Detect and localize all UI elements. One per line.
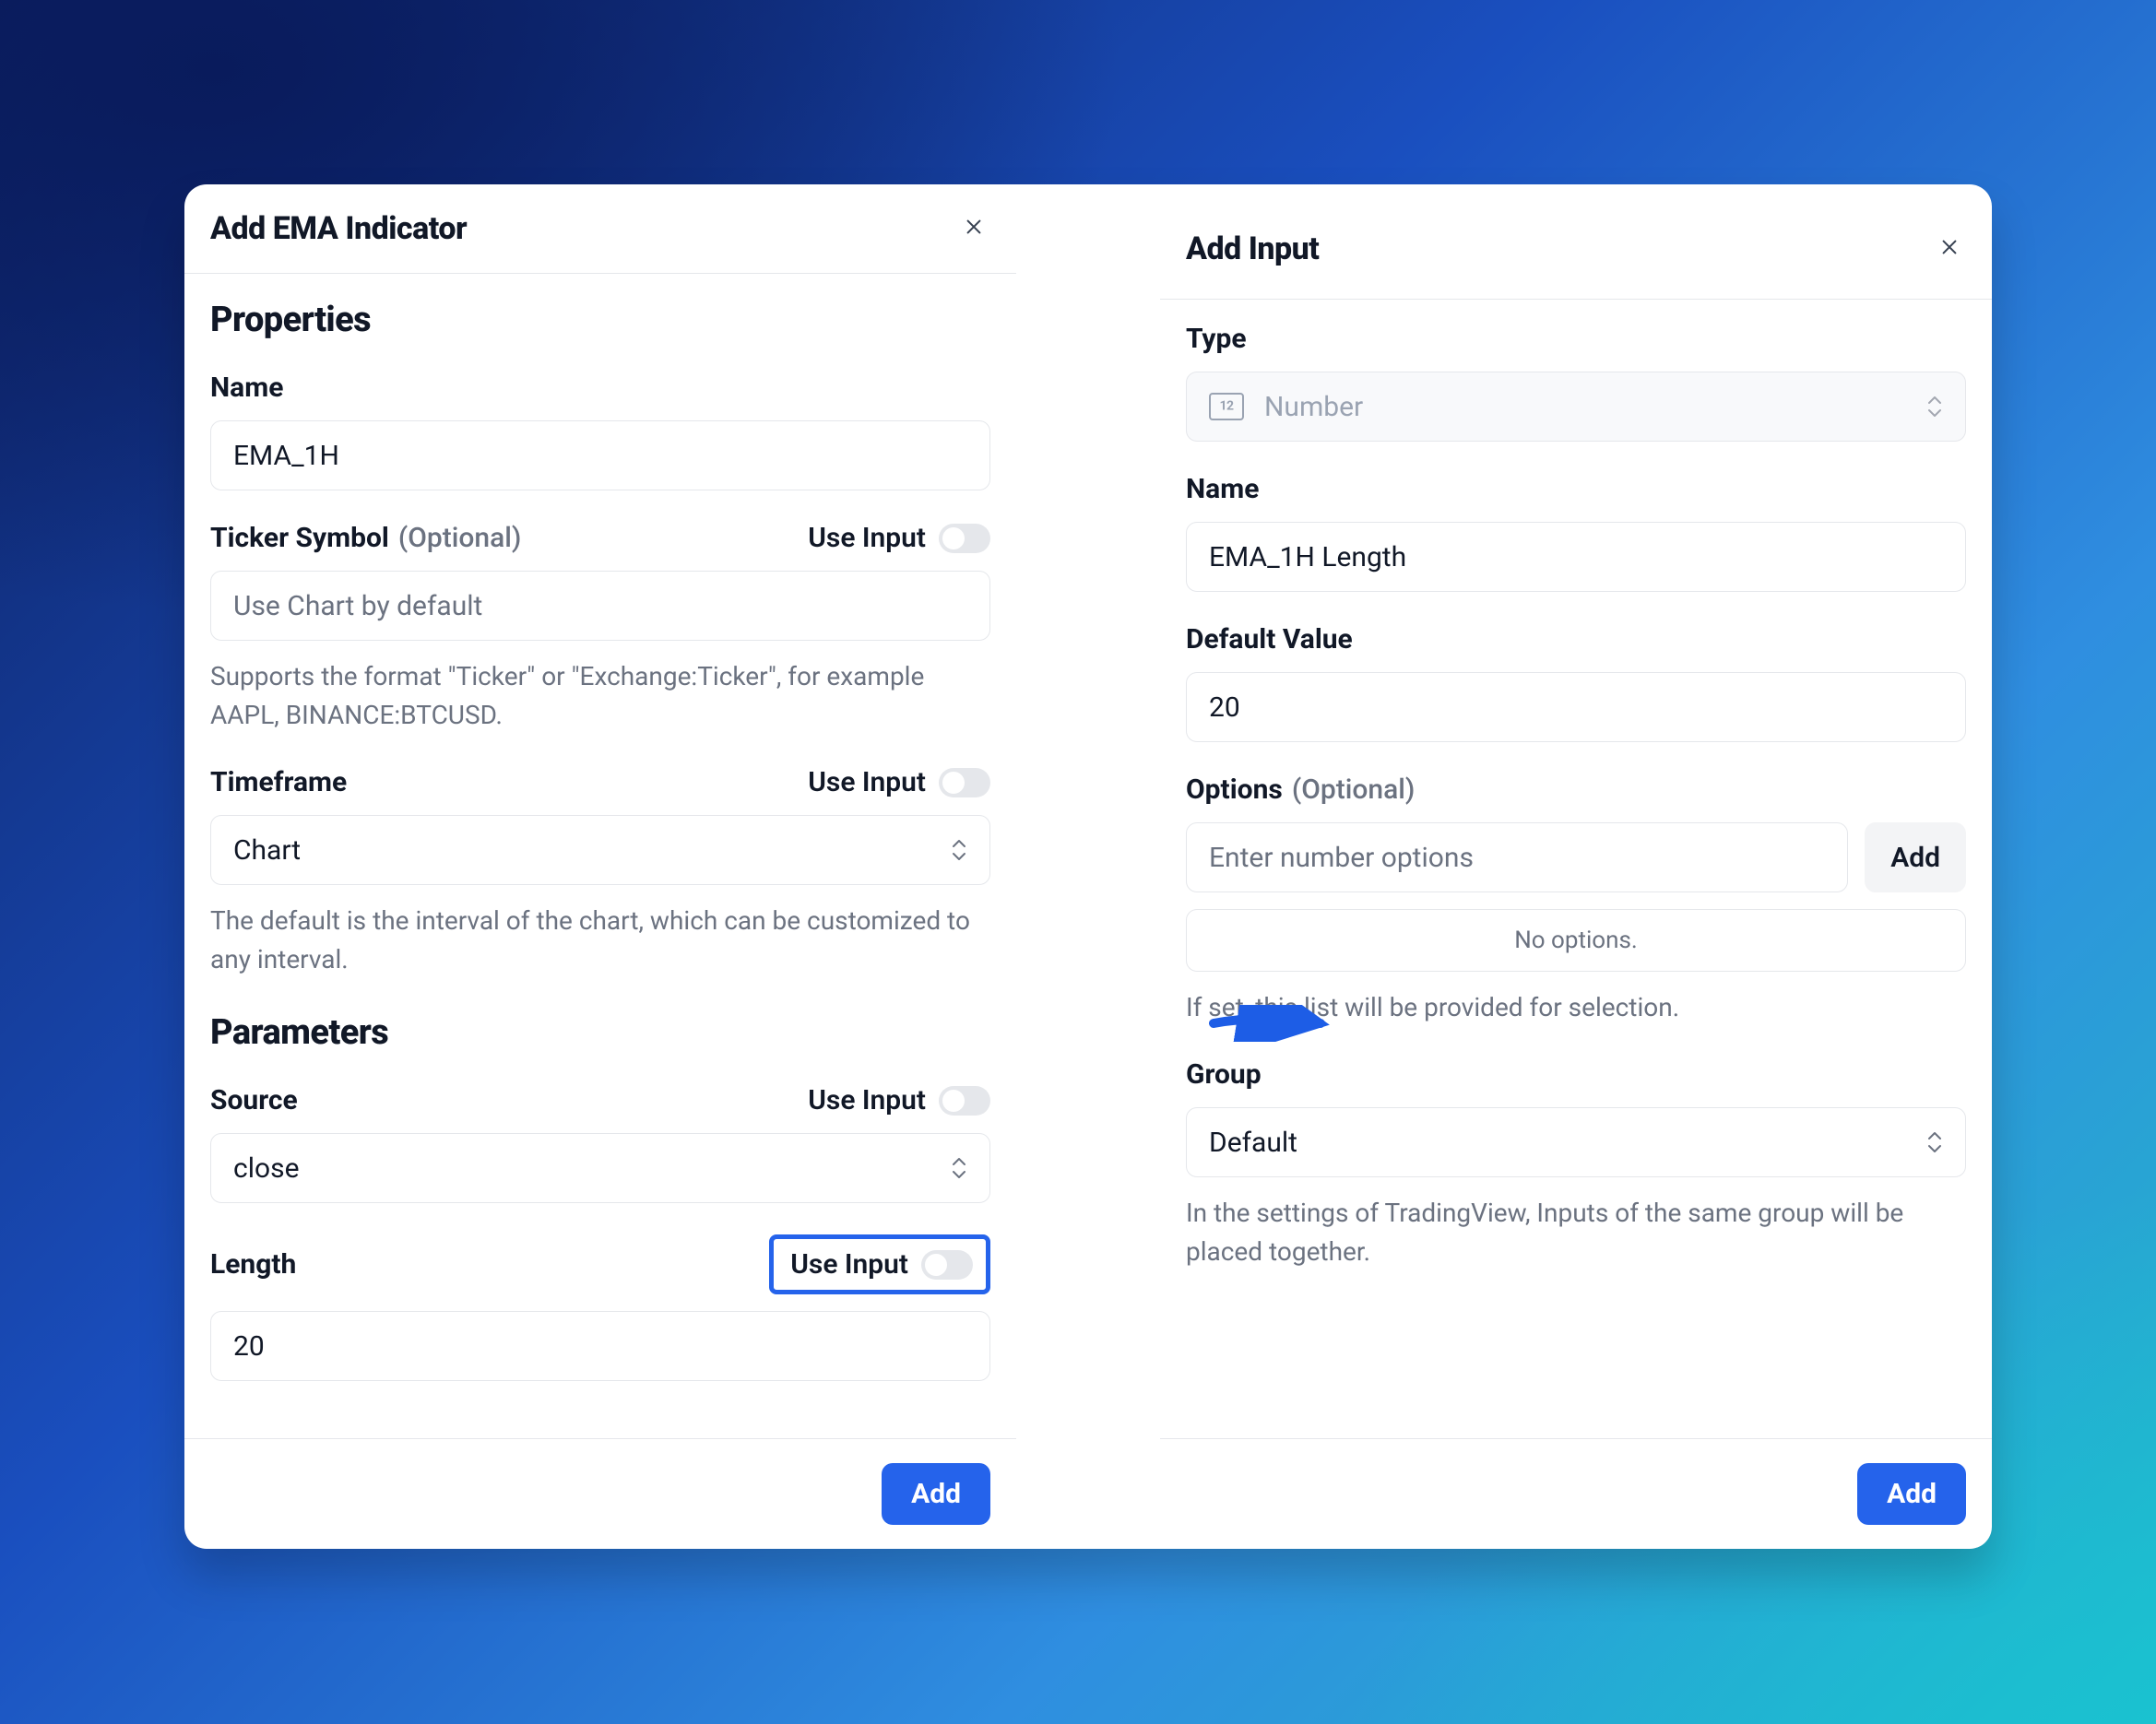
panel-header: Add EMA Indicator (184, 184, 1016, 274)
use-input-label: Use Input (808, 522, 926, 554)
panel-body: Properties Name EMA_1H Ticker Symbol(Opt… (184, 272, 1016, 1407)
close-button[interactable] (957, 212, 990, 245)
group-select[interactable]: Default (1186, 1107, 1966, 1177)
panel-header: Add Input (1160, 184, 1992, 300)
field-label: Type (1186, 323, 1247, 355)
input-value: EMA_1H Length (1209, 541, 1406, 573)
placeholder-text: Use Chart by default (233, 590, 482, 622)
field-label: Options(Optional) (1186, 773, 1415, 806)
input-value: 20 (233, 1330, 265, 1363)
panel-footer: Add (1160, 1438, 1992, 1549)
chevron-updown-icon (1926, 396, 1943, 418)
source-select[interactable]: close (210, 1133, 990, 1203)
ticker-input[interactable]: Use Chart by default (210, 571, 990, 641)
group-field: Group Default In the settings of Trading… (1186, 1058, 1966, 1271)
type-field: Type Number (1186, 323, 1966, 442)
arrow-right-icon (1208, 1005, 1337, 1045)
select-value: Default (1209, 1127, 1297, 1159)
field-label: Source (210, 1084, 298, 1116)
source-field: Source Use Input close (210, 1084, 990, 1203)
add-input-panel: Add Input Type Number (1160, 184, 1992, 1549)
options-empty: No options. (1186, 909, 1966, 972)
use-input-label: Use Input (790, 1248, 908, 1281)
use-input-toggle-row: Use Input (808, 522, 990, 554)
name-input[interactable]: EMA_1H (210, 420, 990, 490)
input-name-field: Name EMA_1H Length (1186, 473, 1966, 592)
close-button[interactable] (1933, 232, 1966, 266)
ticker-field: Ticker Symbol(Optional) Use Input Use Ch… (210, 522, 990, 735)
length-use-input-toggle[interactable] (921, 1250, 973, 1280)
add-button[interactable]: Add (1857, 1463, 1966, 1525)
placeholder-text: Enter number options (1209, 842, 1474, 874)
options-input[interactable]: Enter number options (1186, 822, 1848, 892)
default-value-field: Default Value 20 (1186, 623, 1966, 742)
field-label: Timeframe (210, 766, 347, 798)
modals-container: Add EMA Indicator Properties Name (184, 184, 1992, 1549)
length-field: Length Use Input 20 (210, 1234, 990, 1381)
section-heading: Properties (210, 300, 990, 340)
select-value: Chart (233, 834, 301, 867)
type-select[interactable]: Number (1186, 372, 1966, 442)
select-value: close (233, 1152, 300, 1185)
use-input-toggle-row: Use Input (808, 766, 990, 798)
close-icon (1939, 236, 1960, 262)
input-value: EMA_1H (233, 440, 339, 472)
field-label: Name (210, 372, 283, 404)
number-type-icon (1209, 393, 1244, 420)
add-button[interactable]: Add (882, 1463, 990, 1525)
optional-tag: (Optional) (1292, 773, 1416, 806)
timeframe-use-input-toggle[interactable] (939, 768, 990, 797)
input-name-input[interactable]: EMA_1H Length (1186, 522, 1966, 592)
field-label: Length (210, 1248, 296, 1281)
close-icon (964, 216, 984, 242)
field-label: Group (1186, 1058, 1262, 1091)
panel-title: Add EMA Indicator (210, 210, 467, 247)
chevron-updown-icon (1926, 1131, 1943, 1153)
panel-body: Type Number Na (1160, 295, 1992, 1297)
field-label: Ticker Symbol(Optional) (210, 522, 521, 554)
add-ema-indicator-panel: Add EMA Indicator Properties Name (184, 184, 1016, 1549)
help-text: In the settings of TradingView, Inputs o… (1186, 1194, 1966, 1271)
panel-footer: Add (184, 1438, 1016, 1549)
field-label: Default Value (1186, 623, 1353, 655)
chevron-updown-icon (951, 1157, 967, 1179)
parameters-section: Parameters Source Use Input close (210, 1012, 990, 1381)
use-input-highlighted: Use Input (769, 1234, 990, 1294)
properties-section: Properties Name EMA_1H Ticker Symbol(Opt… (210, 300, 990, 979)
help-text: The default is the interval of the chart… (210, 902, 990, 979)
length-input[interactable]: 20 (210, 1311, 990, 1381)
field-label: Name (1186, 473, 1259, 505)
chevron-updown-icon (951, 839, 967, 861)
options-add-button[interactable]: Add (1865, 822, 1966, 892)
use-input-label: Use Input (808, 766, 926, 798)
ticker-use-input-toggle[interactable] (939, 524, 990, 553)
default-value-input[interactable]: 20 (1186, 672, 1966, 742)
panel-title: Add Input (1186, 230, 1319, 267)
use-input-toggle-row: Use Input (808, 1084, 990, 1116)
section-heading: Parameters (210, 1012, 990, 1053)
options-field: Options(Optional) Enter number options A… (1186, 773, 1966, 1027)
optional-tag: (Optional) (398, 522, 522, 554)
select-value: Number (1264, 391, 1363, 423)
timeframe-select[interactable]: Chart (210, 815, 990, 885)
input-value: 20 (1209, 691, 1240, 724)
use-input-label: Use Input (808, 1084, 926, 1116)
timeframe-field: Timeframe Use Input Chart (210, 766, 990, 979)
source-use-input-toggle[interactable] (939, 1086, 990, 1116)
help-text: Supports the format "Ticker" or "Exchang… (210, 657, 990, 735)
name-field: Name EMA_1H (210, 372, 990, 490)
